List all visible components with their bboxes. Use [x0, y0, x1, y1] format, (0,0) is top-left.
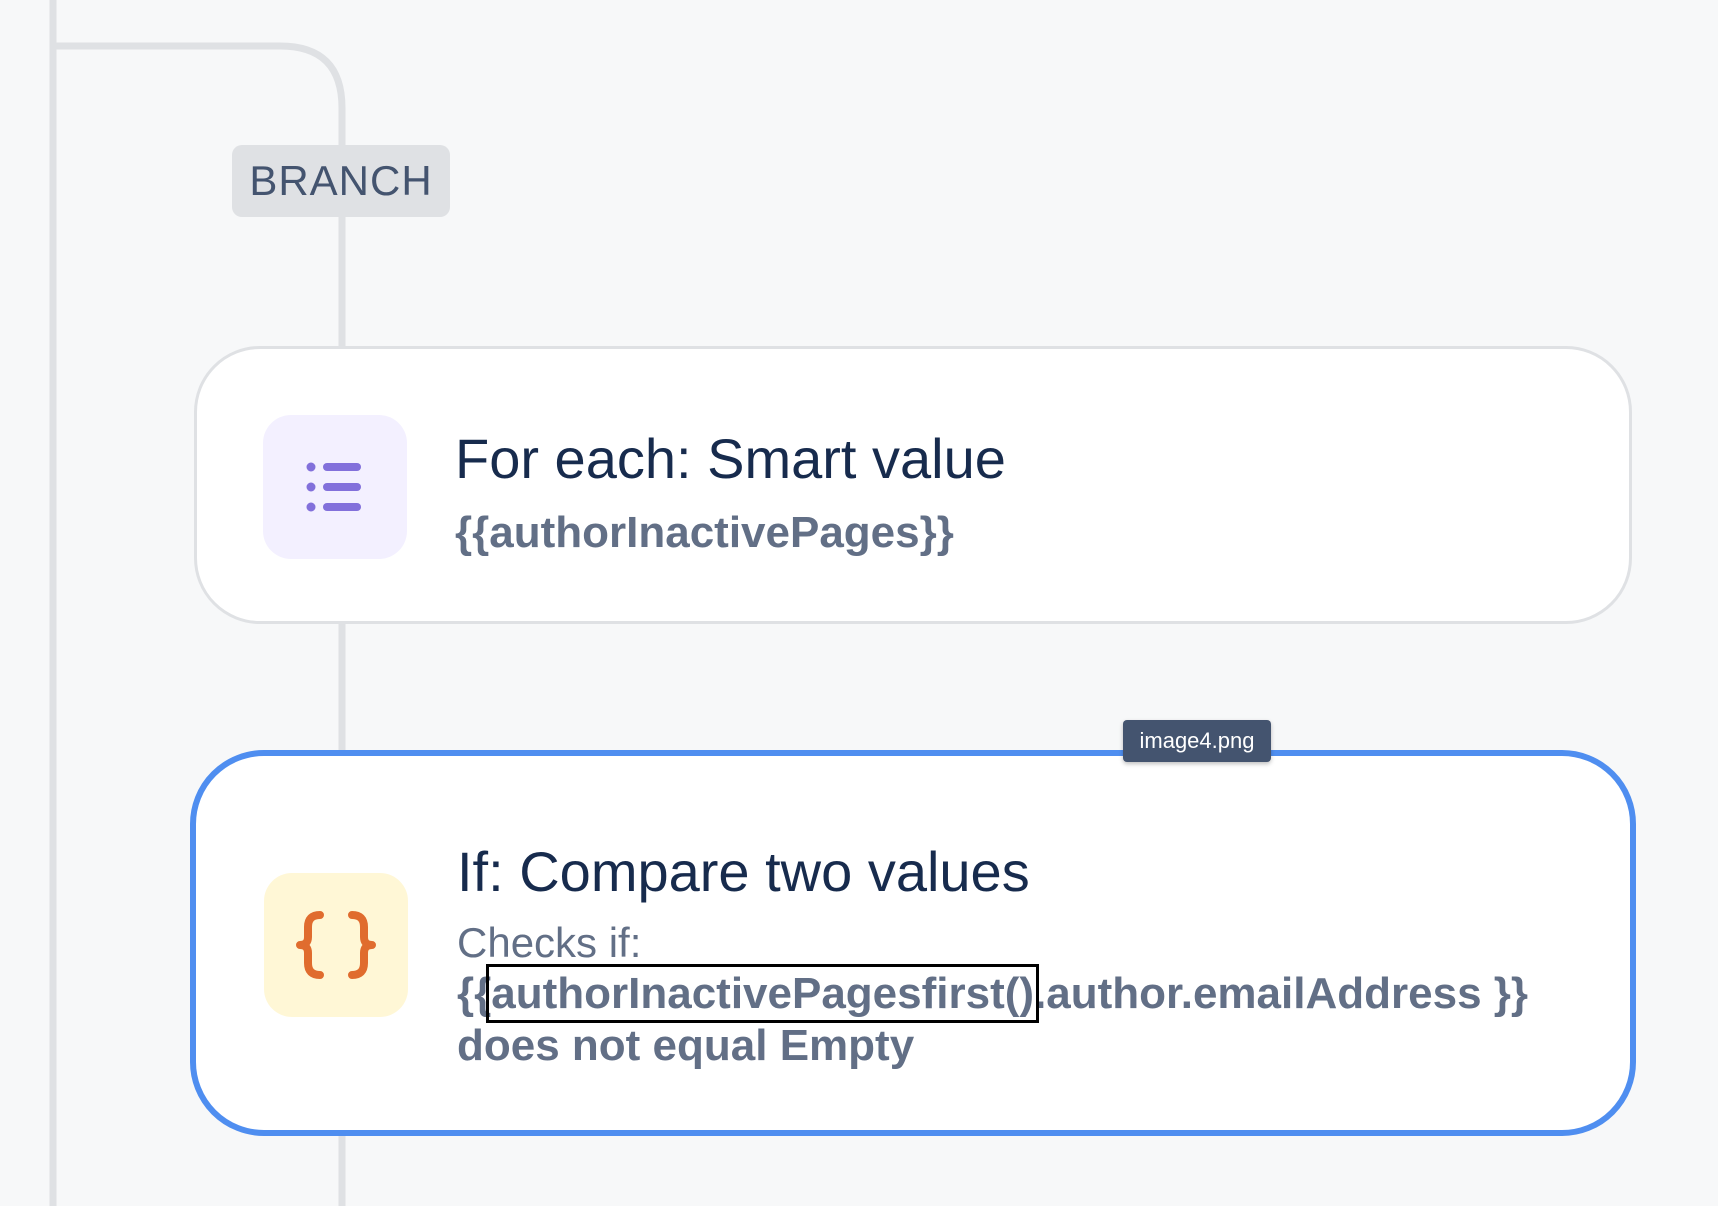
condition-expression: {{authorInactivePagesfirst().author.emai…: [457, 964, 1597, 1072]
foreach-icon-tile: [263, 415, 407, 559]
image-filename-tooltip: image4.png: [1123, 720, 1271, 762]
branch-badge: BRANCH: [232, 145, 450, 217]
if-condition-card[interactable]: If: Compare two values Checks if: {{auth…: [190, 750, 1636, 1136]
foreach-card-title: For each: Smart value: [455, 427, 1006, 490]
checks-if-label: Checks if:: [457, 919, 642, 966]
expr-highlighted-segment: authorInactivePagesfirst(): [486, 964, 1040, 1023]
if-card-title: If: Compare two values: [457, 840, 1030, 903]
if-icon-tile: [264, 873, 408, 1017]
expr-open-braces: {{: [457, 969, 492, 1018]
foreach-smart-value: {{authorInactivePages}}: [455, 508, 954, 557]
curly-braces-icon: [296, 911, 376, 979]
list-icon: [306, 462, 361, 512]
foreach-action-card[interactable]: For each: Smart value {{authorInactivePa…: [194, 346, 1632, 624]
